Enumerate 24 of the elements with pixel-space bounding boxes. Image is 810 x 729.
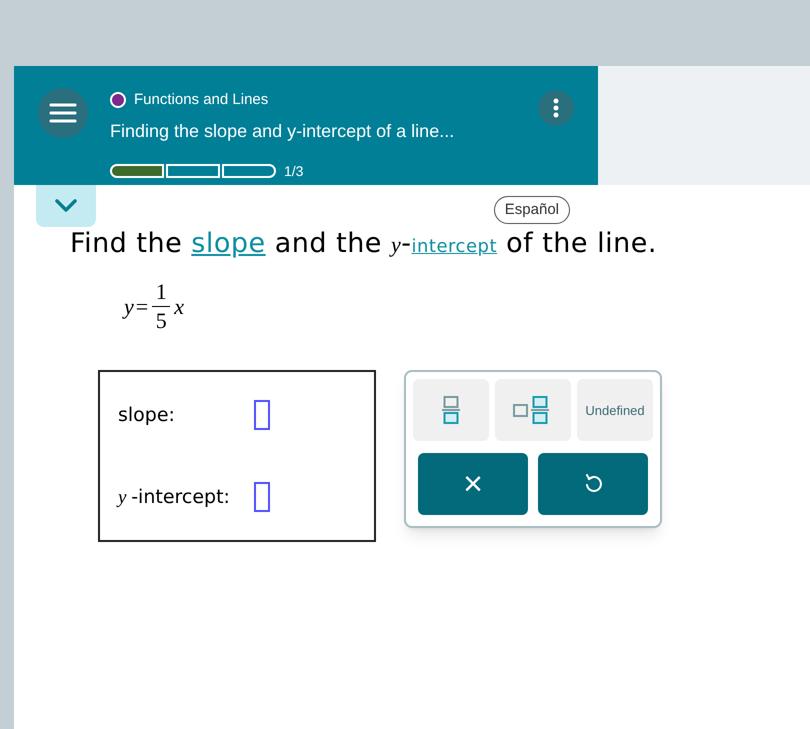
collapse-button[interactable] xyxy=(36,185,96,227)
topic-label: Functions and Lines xyxy=(134,90,268,110)
menu-button[interactable] xyxy=(38,88,88,138)
fraction-key[interactable] xyxy=(413,379,489,442)
answer-field[interactable] xyxy=(254,400,270,430)
progress-count: 1/3 xyxy=(284,162,304,180)
menu-icon xyxy=(49,102,77,124)
more-icon xyxy=(553,98,559,118)
answer-label: slope: xyxy=(118,403,176,428)
more-button[interactable] xyxy=(538,90,574,126)
question-text: Find the slope and the y-intercept of the line. xyxy=(70,227,658,261)
chevron-down-icon xyxy=(55,199,77,213)
undefined-key[interactable]: Undefined xyxy=(577,379,653,442)
mixed-number-key[interactable] xyxy=(495,379,571,442)
lesson-title: Finding the slope and y-intercept of a line... xyxy=(110,120,456,143)
answer-field[interactable] xyxy=(254,482,270,512)
answer-label: y -intercept: xyxy=(118,484,231,510)
undo-button[interactable] xyxy=(538,453,648,516)
slope-link[interactable]: slope xyxy=(191,228,266,259)
clear-button[interactable]: × xyxy=(418,453,528,516)
language-button[interactable]: Español xyxy=(494,196,570,224)
intercept-link[interactable]: intercept xyxy=(412,236,498,257)
undo-icon xyxy=(584,474,602,494)
fraction-icon xyxy=(442,396,460,424)
